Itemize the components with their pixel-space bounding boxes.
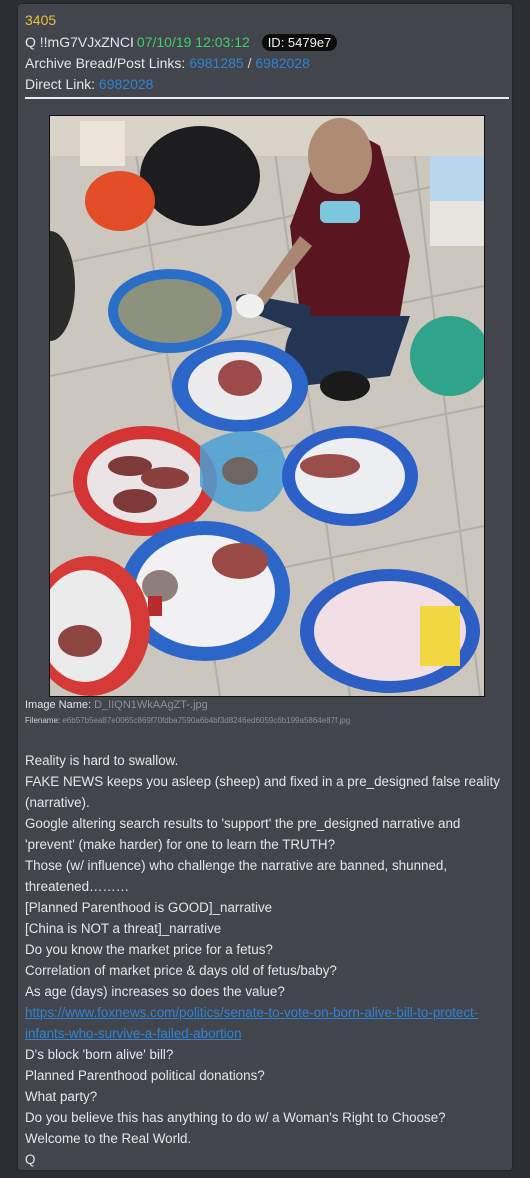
- archive-link-post[interactable]: 6982028: [255, 55, 310, 71]
- post-timestamp: 07/10/19 12:03:12: [136, 34, 250, 50]
- body-line: 'prevent' (make harder) for one to learn…: [25, 837, 336, 852]
- body-line: As age (days) increases so does the valu…: [25, 984, 285, 999]
- body-line: Reality is hard to swallow.: [25, 753, 179, 768]
- body-line: Do you believe this has anything to do w…: [25, 1110, 446, 1125]
- body-line: Welcome to the Real World.: [25, 1131, 192, 1146]
- post-image[interactable]: [49, 115, 485, 697]
- post-header: Q !!mG7VJxZNCI 07/10/19 12:03:12 ID: 5479…: [25, 34, 338, 51]
- body-line: Those (w/ influence) who challenge the n…: [25, 858, 448, 873]
- body-line: [Planned Parenthood is GOOD]_narrative: [25, 900, 273, 915]
- archive-link-separator: /: [247, 55, 252, 71]
- direct-link[interactable]: 6982028: [99, 76, 154, 92]
- body-line: Do you know the market price for a fetus…: [25, 942, 273, 957]
- post-container: 3405 Q !!mG7VJxZNCI 07/10/19 12:03:12 ID:…: [18, 4, 512, 1170]
- body-line: (narrative).: [25, 795, 90, 810]
- archive-links-label: Archive Bread/Post Links:: [25, 55, 186, 71]
- foxnews-article-link-line-1[interactable]: https://www.foxnews.com/politics/senate-…: [25, 1002, 509, 1023]
- body-line: FAKE NEWS keeps you asleep (sheep) and f…: [25, 774, 500, 789]
- body-line: Google altering search results to 'suppo…: [25, 816, 461, 831]
- tripcode: !!mG7VJxZNCI: [39, 34, 134, 50]
- poster-id-badge[interactable]: ID: 5479e7: [261, 34, 338, 51]
- filename-label: Filename:: [25, 716, 61, 725]
- body-line: D's block 'born alive' bill?: [25, 1047, 174, 1062]
- filename-value: e6b57b5ea87e0065c869f70fdba7590a6b4bf3d8…: [62, 716, 351, 725]
- signature-line: Q: [25, 1152, 36, 1167]
- body-line: threatened………: [25, 879, 130, 894]
- body-line: Correlation of market price & days old o…: [25, 963, 337, 978]
- archive-link-bread[interactable]: 6981285: [189, 55, 244, 71]
- post-body: Reality is hard to swallow. FAKE NEWS ke…: [25, 750, 509, 1170]
- image-name-label: Image Name:: [25, 699, 92, 711]
- post-number[interactable]: 3405: [25, 12, 56, 28]
- image-name-value: D_IIQN1WkAAgZT-.jpg: [94, 699, 208, 711]
- image-name-row: Image Name: D_IIQN1WkAAgZT-.jpg: [25, 699, 208, 711]
- direct-link-row: Direct Link: 6982028: [25, 76, 153, 92]
- filename-row: Filename: e6b57b5ea87e0065c869f70fdba759…: [25, 716, 350, 725]
- author-name: Q: [25, 34, 36, 50]
- post-image-photo: [50, 116, 484, 696]
- direct-link-label: Direct Link:: [25, 76, 96, 92]
- body-line: [China is NOT a threat]_narrative: [25, 921, 222, 936]
- body-line: What party?: [25, 1089, 98, 1104]
- foxnews-article-link-line-2[interactable]: infants-who-survive-a-failed-abortion: [25, 1023, 509, 1044]
- archive-links-row: Archive Bread/Post Links: 6981285 / 6982…: [25, 55, 310, 71]
- body-line: Planned Parenthood political donations?: [25, 1068, 265, 1083]
- header-divider: [25, 97, 509, 99]
